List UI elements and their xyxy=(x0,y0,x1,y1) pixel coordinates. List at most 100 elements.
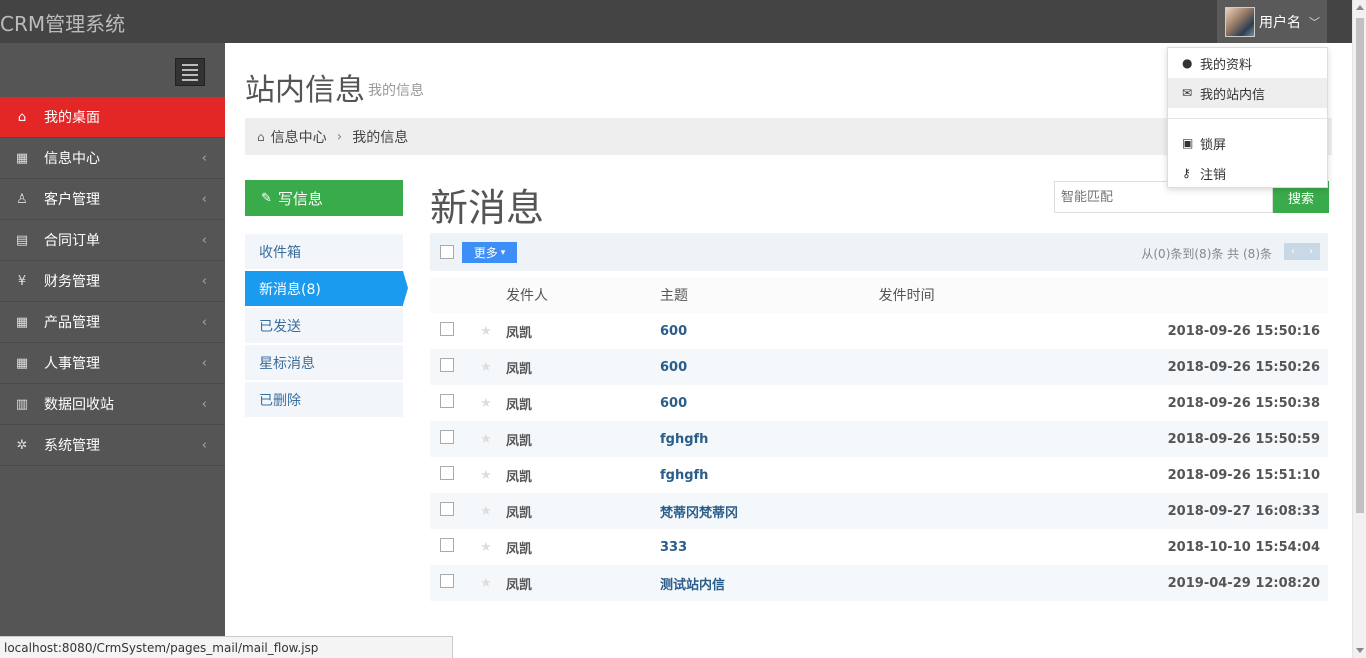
star-icon[interactable]: ★ xyxy=(466,529,506,565)
sidebar-menu: ⌂ 我的桌面 ▦ 信息中心 ‹ ♙ 客户管理 ‹ ▤ 合同订单 ‹ ¥ 财务管理… xyxy=(0,97,225,466)
sidebar-item-products[interactable]: ▦ 产品管理 ‹ xyxy=(0,302,225,343)
gear-icon: ✲ xyxy=(16,437,28,453)
sidebar-item-hr[interactable]: ▦ 人事管理 ‹ xyxy=(0,343,225,384)
folder-starred[interactable]: 星标消息 xyxy=(245,345,403,380)
row-subject-link[interactable]: 600 xyxy=(660,349,879,385)
table-icon: ▦ xyxy=(15,314,29,330)
pager: ‹ › xyxy=(1284,243,1320,260)
column-header-time: 发件时间 xyxy=(878,277,1328,313)
sidebar-item-info-center[interactable]: ▦ 信息中心 ‹ xyxy=(0,138,225,179)
prev-page-icon[interactable]: ‹ xyxy=(1291,246,1295,257)
table-row[interactable]: ★ 凤凯 600 2018-09-26 15:50:26 xyxy=(430,349,1328,385)
row-sender: 凤凯 xyxy=(506,565,660,601)
yen-icon: ¥ xyxy=(17,273,27,289)
key-icon: ⚷ xyxy=(1182,166,1191,180)
page-subtitle: 我的信息 xyxy=(368,83,424,99)
chevron-left-icon: ‹ xyxy=(201,314,207,330)
folder-list: 收件箱 新消息(8) 已发送 星标消息 已删除 xyxy=(245,234,408,419)
folder-sent[interactable]: 已发送 xyxy=(245,308,403,343)
sidebar-item-label: 我的桌面 xyxy=(44,110,100,126)
sidebar-item-system[interactable]: ✲ 系统管理 ‹ xyxy=(0,425,225,466)
sidebar-item-desktop[interactable]: ⌂ 我的桌面 xyxy=(0,97,225,138)
row-checkbox[interactable] xyxy=(440,502,454,516)
user-name: 用户名 xyxy=(1259,14,1301,31)
star-icon[interactable]: ★ xyxy=(466,313,506,349)
compose-button[interactable]: ✎ 写信息 xyxy=(245,180,403,216)
vertical-scrollbar[interactable] xyxy=(1352,0,1366,658)
select-all-checkbox[interactable] xyxy=(440,245,454,259)
chevron-left-icon: ‹ xyxy=(201,355,207,371)
sidebar-toggle-button[interactable] xyxy=(175,58,205,86)
more-actions-button[interactable]: 更多 ▾ xyxy=(462,242,517,263)
book-icon: ▤ xyxy=(15,232,29,248)
table-row[interactable]: ★ 凤凯 梵蒂冈梵蒂冈 2018-09-27 16:08:33 xyxy=(430,493,1328,529)
menu-item-logout[interactable]: ⚷ 注销 xyxy=(1168,158,1327,188)
menu-item-label: 我的资料 xyxy=(1200,57,1253,73)
row-subject-link[interactable]: 梵蒂冈梵蒂冈 xyxy=(660,493,879,529)
menu-item-messages[interactable]: ✉ 我的站内信 xyxy=(1168,78,1327,108)
star-icon[interactable]: ★ xyxy=(466,385,506,421)
row-subject-link[interactable]: 测试站内信 xyxy=(660,565,879,601)
menu-item-label: 注销 xyxy=(1200,167,1227,183)
row-checkbox[interactable] xyxy=(440,538,454,552)
folder-inbox[interactable]: 收件箱 xyxy=(245,234,403,269)
row-subject-link[interactable]: fghgfh xyxy=(660,457,879,493)
star-icon[interactable]: ★ xyxy=(466,565,506,601)
sidebar-item-recycle[interactable]: ▥ 数据回收站 ‹ xyxy=(0,384,225,425)
user-icon: ● xyxy=(1182,56,1193,70)
row-time: 2018-09-27 16:08:33 xyxy=(878,493,1328,529)
chevron-right-icon: › xyxy=(336,128,343,145)
sidebar-item-label: 人事管理 xyxy=(44,356,100,372)
breadcrumb-home-link[interactable]: 信息中心 xyxy=(271,127,327,147)
scroll-down-icon[interactable] xyxy=(1356,648,1364,653)
row-time: 2018-10-10 15:54:04 xyxy=(878,529,1328,565)
menu-item-lock[interactable]: ▣ 锁屏 xyxy=(1168,128,1327,158)
column-header-subject: 主题 xyxy=(660,277,879,313)
column-header-sender: 发件人 xyxy=(506,277,660,313)
folder-deleted[interactable]: 已删除 xyxy=(245,382,403,417)
row-checkbox[interactable] xyxy=(440,322,454,336)
folder-new-messages[interactable]: 新消息(8) xyxy=(245,271,408,306)
table-row[interactable]: ★ 凤凯 600 2018-09-26 15:50:38 xyxy=(430,385,1328,421)
scrollbar-thumb[interactable] xyxy=(1356,18,1364,513)
row-time: 2018-09-26 15:50:26 xyxy=(878,349,1328,385)
table-row[interactable]: ★ 凤凯 测试站内信 2019-04-29 12:08:20 xyxy=(430,565,1328,601)
browser-status-bar: localhost:8080/CrmSystem/pages_mail/mail… xyxy=(0,636,453,658)
sidebar-item-finance[interactable]: ¥ 财务管理 ‹ xyxy=(0,261,225,302)
mail-table: 发件人 主题 发件时间 ★ 凤凯 600 2018-09-26 15:50:16… xyxy=(430,277,1328,601)
star-icon[interactable]: ★ xyxy=(466,421,506,457)
sidebar-item-customers[interactable]: ♙ 客户管理 ‹ xyxy=(0,179,225,220)
edit-icon: ✎ xyxy=(261,190,272,206)
more-label: 更多 xyxy=(473,246,498,260)
mail-toolbar: 更多 ▾ 从(0)条到(8)条 共 (8)条 ‹ › xyxy=(430,233,1328,271)
row-sender: 凤凯 xyxy=(506,385,660,421)
row-time: 2018-09-26 15:50:59 xyxy=(878,421,1328,457)
row-subject-link[interactable]: fghgfh xyxy=(660,421,879,457)
table-row[interactable]: ★ 凤凯 fghgfh 2018-09-26 15:50:59 xyxy=(430,421,1328,457)
menu-item-profile[interactable]: ● 我的资料 xyxy=(1168,48,1327,78)
row-sender: 凤凯 xyxy=(506,493,660,529)
table-header-row: 发件人 主题 发件时间 xyxy=(430,277,1328,313)
star-icon[interactable]: ★ xyxy=(466,457,506,493)
star-icon[interactable]: ★ xyxy=(466,493,506,529)
table-row[interactable]: ★ 凤凯 333 2018-10-10 15:54:04 xyxy=(430,529,1328,565)
chevron-down-icon: ﹀ xyxy=(1309,15,1320,29)
next-page-icon[interactable]: › xyxy=(1309,246,1313,257)
row-checkbox[interactable] xyxy=(440,574,454,588)
table-row[interactable]: ★ 凤凯 fghgfh 2018-09-26 15:51:10 xyxy=(430,457,1328,493)
row-checkbox[interactable] xyxy=(440,430,454,444)
row-sender: 凤凯 xyxy=(506,421,660,457)
row-subject-link[interactable]: 333 xyxy=(660,529,879,565)
star-icon[interactable]: ★ xyxy=(466,349,506,385)
chevron-left-icon: ‹ xyxy=(201,150,207,166)
scroll-up-icon[interactable] xyxy=(1356,5,1364,10)
row-subject-link[interactable]: 600 xyxy=(660,385,879,421)
row-checkbox[interactable] xyxy=(440,466,454,480)
table-row[interactable]: ★ 凤凯 600 2018-09-26 15:50:16 xyxy=(430,313,1328,349)
row-subject-link[interactable]: 600 xyxy=(660,313,879,349)
user-dropdown-menu: ● 我的资料 ✉ 我的站内信 ▣ 锁屏 ⚷ 注销 xyxy=(1167,47,1328,188)
sidebar-item-contracts[interactable]: ▤ 合同订单 ‹ xyxy=(0,220,225,261)
user-menu-button[interactable]: 用户名 ﹀ xyxy=(1217,0,1327,43)
row-checkbox[interactable] xyxy=(440,358,454,372)
row-checkbox[interactable] xyxy=(440,394,454,408)
